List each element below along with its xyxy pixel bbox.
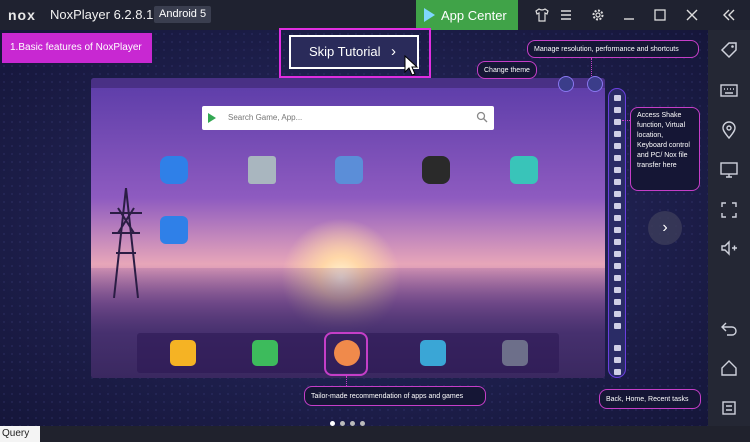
- theme-buttons: [557, 76, 607, 92]
- app-icon-1[interactable]: [160, 156, 188, 184]
- toolbar-button[interactable]: [614, 299, 621, 305]
- location-icon[interactable]: [717, 118, 741, 142]
- play-store-icon: [208, 113, 216, 123]
- camera-app-icon[interactable]: [422, 156, 450, 184]
- toolbar-button[interactable]: [614, 191, 621, 197]
- tip-connector: [346, 376, 347, 386]
- nox-toolbar: [608, 88, 626, 378]
- recommend-highlight: [324, 332, 368, 376]
- screen-icon[interactable]: [717, 158, 741, 182]
- shirt-icon[interactable]: [558, 76, 574, 92]
- app-icon-3[interactable]: [335, 156, 363, 184]
- collapse-icon[interactable]: [714, 0, 744, 30]
- tip-manage: Manage resolution, performance and short…: [527, 40, 699, 58]
- page-indicator: [330, 413, 370, 426]
- nox-logo: nox: [8, 7, 36, 23]
- play-store-icon: [424, 8, 435, 22]
- right-sidebar: [708, 30, 750, 426]
- home-button[interactable]: [614, 357, 621, 363]
- home-icon[interactable]: [717, 356, 741, 380]
- app-title: NoxPlayer 6.2.8.1: [50, 7, 154, 22]
- search-input[interactable]: Search Game, App...: [228, 113, 302, 122]
- query-tab[interactable]: Query: [0, 426, 40, 442]
- gear-icon[interactable]: [583, 0, 613, 30]
- toolbar-button[interactable]: [614, 311, 621, 317]
- gear-icon[interactable]: [587, 76, 603, 92]
- toolbar-button[interactable]: [614, 323, 621, 329]
- toolbar-button[interactable]: [614, 131, 621, 137]
- tip-nav: Back, Home, Recent tasks: [599, 389, 701, 409]
- settings-app-icon[interactable]: [502, 340, 528, 366]
- toolbar-button[interactable]: [614, 167, 621, 173]
- app-icon-2[interactable]: [248, 156, 276, 184]
- power-tower-icon: [110, 188, 142, 298]
- app-icon-6[interactable]: [160, 216, 188, 244]
- tip-recommend: Tailor-made recommendation of apps and g…: [304, 386, 486, 406]
- back-button[interactable]: [614, 345, 621, 351]
- back-icon[interactable]: [717, 316, 741, 340]
- skip-tutorial-label: Skip Tutorial: [309, 44, 381, 59]
- toolbar-button[interactable]: [614, 287, 621, 293]
- maximize-icon[interactable]: [645, 0, 675, 30]
- toolbar-button[interactable]: [614, 155, 621, 161]
- keyboard-icon[interactable]: [717, 78, 741, 102]
- minimize-icon[interactable]: [614, 0, 644, 30]
- tip-theme: Change theme: [477, 61, 537, 79]
- search-bar[interactable]: Search Game, App...: [202, 106, 494, 130]
- tag-icon[interactable]: [717, 38, 741, 62]
- toolbar-button[interactable]: [614, 215, 621, 221]
- tip-shake: Access Shake function, Virtual location,…: [630, 107, 700, 191]
- toolbar-button[interactable]: [614, 275, 621, 281]
- volume-icon[interactable]: [717, 236, 741, 260]
- gallery-app-icon[interactable]: [420, 340, 446, 366]
- toolbar-button[interactable]: [614, 227, 621, 233]
- toolbar-button[interactable]: [614, 239, 621, 245]
- app-icon-5[interactable]: [510, 156, 538, 184]
- next-step-button[interactable]: ›: [648, 211, 682, 245]
- toolbar-button[interactable]: [614, 179, 621, 185]
- recent-button[interactable]: [614, 369, 621, 375]
- toolbar-button[interactable]: [614, 251, 621, 257]
- chevron-right-icon: ›: [391, 43, 396, 60]
- title-bar: nox NoxPlayer 6.2.8.1 Android 5 App Cent…: [0, 0, 750, 30]
- mouse-cursor-icon: [404, 55, 419, 76]
- menu-icon[interactable]: [551, 0, 581, 30]
- taskbar-strip: Query: [0, 426, 750, 442]
- tip-connector: [622, 120, 630, 131]
- toolbar-button[interactable]: [614, 95, 621, 101]
- toolbar-button[interactable]: [614, 107, 621, 113]
- tip-connector: [591, 58, 592, 76]
- search-icon[interactable]: [476, 111, 488, 123]
- app-center-label: App Center: [441, 8, 507, 23]
- fullscreen-icon[interactable]: [717, 198, 741, 222]
- toolbar-button[interactable]: [614, 263, 621, 269]
- app-center-button[interactable]: App Center: [416, 0, 518, 30]
- android-status-bar: [91, 78, 605, 88]
- toolbar-button[interactable]: [614, 143, 621, 149]
- toolbar-button[interactable]: [614, 203, 621, 209]
- file-manager-icon[interactable]: [170, 340, 196, 366]
- android-version-badge: Android 5: [154, 6, 212, 23]
- toolbar-button[interactable]: [614, 119, 621, 125]
- feature-tag: 1.Basic features of NoxPlayer: [2, 33, 152, 63]
- skip-tutorial-button[interactable]: Skip Tutorial ›: [289, 35, 419, 69]
- close-icon[interactable]: [677, 0, 707, 30]
- download-app-icon[interactable]: [252, 340, 278, 366]
- recent-icon[interactable]: [717, 396, 741, 420]
